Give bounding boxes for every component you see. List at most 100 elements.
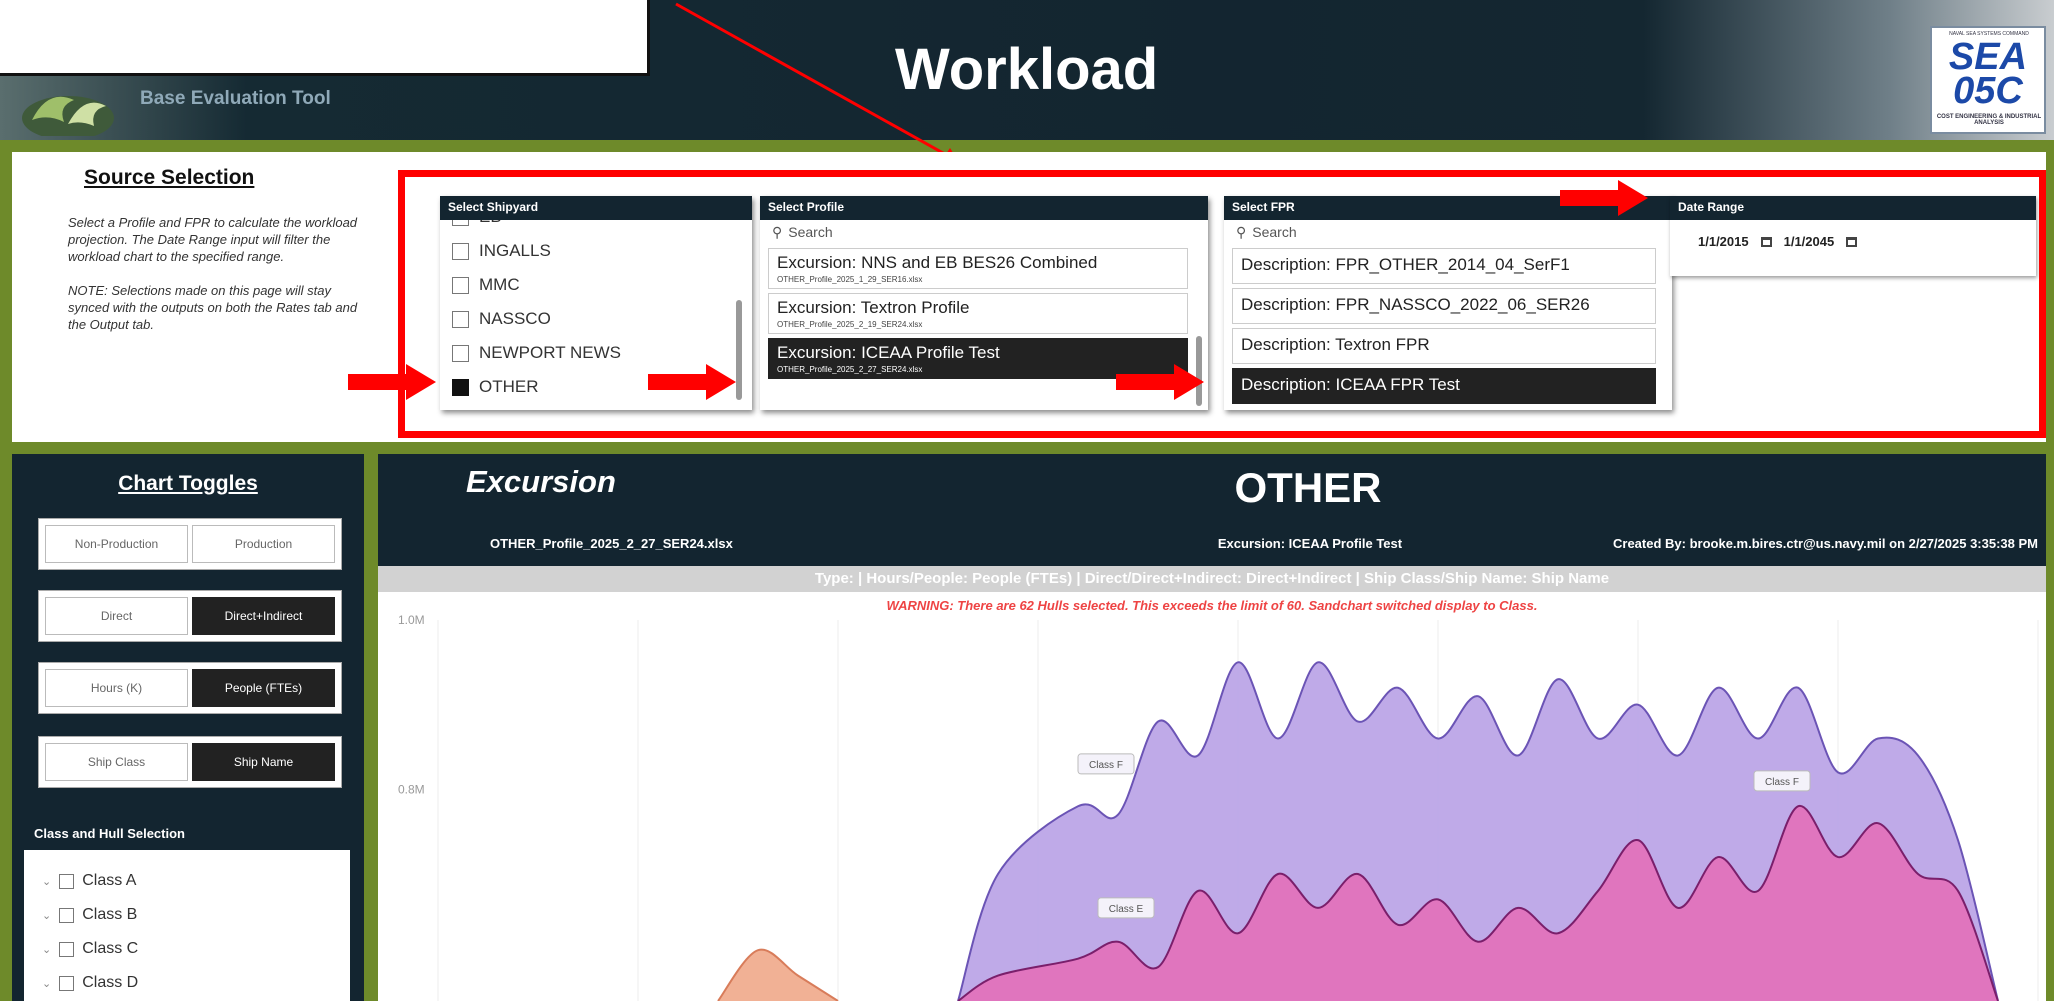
item-label: NEWPORT NEWS: [479, 343, 621, 362]
toggle-option[interactable]: Direct: [45, 597, 188, 635]
hull-selection-list: ⌄ Class A ⌄ Class B ⌄ Class C ⌄ Class D: [24, 850, 350, 1001]
checkbox[interactable]: [59, 873, 75, 889]
item-label: NASSCO: [479, 309, 551, 328]
red-arrow-icon: [648, 364, 736, 400]
direct-toggle: Direct Direct+Indirect: [38, 590, 342, 642]
profile-file: OTHER_Profile_2025_1_29_SER16.xlsx: [777, 275, 923, 284]
date-range-slicer: Date Range 1/1/2015 1/1/2045: [1670, 196, 2036, 276]
source-selection-title: Source Selection: [84, 166, 255, 189]
toggle-option-active[interactable]: Ship Name: [192, 743, 335, 781]
hull-item[interactable]: ⌄ Class C: [24, 932, 350, 966]
sand-chart[interactable]: 1.0M 0.8M Class F Class F Class E: [378, 592, 2046, 1001]
fpr-search[interactable]: ⚲ Search: [1224, 220, 1672, 244]
hull-item[interactable]: ⌄ Class B: [24, 898, 350, 932]
calendar-icon[interactable]: [1760, 236, 1772, 247]
chevron-down-icon[interactable]: ⌄: [42, 909, 51, 922]
profile-search[interactable]: ⚲ Search: [760, 220, 1208, 244]
hull-item[interactable]: ⌄ Class D: [24, 966, 350, 1000]
toggle-option[interactable]: Hours (K): [45, 669, 188, 707]
profile-item[interactable]: Excursion: NNS and EB BES26 Combined OTHE…: [768, 248, 1188, 289]
shipyard-item-eb[interactable]: EB: [440, 220, 752, 234]
profile-file-name: OTHER_Profile_2025_2_27_SER24.xlsx: [490, 536, 733, 551]
item-label: MMC: [479, 275, 520, 294]
start-date-input[interactable]: 1/1/2015: [1698, 234, 1749, 249]
series-label: Class F: [1765, 777, 1799, 788]
date-range-title: Date Range: [1670, 196, 2036, 220]
fpr-item[interactable]: Description: FPR_NASSCO_2022_06_SER26: [1232, 288, 1656, 324]
search-icon: ⚲: [1236, 223, 1247, 240]
series-label: Class E: [1109, 904, 1144, 915]
toggle-option[interactable]: Production: [192, 525, 335, 563]
checkbox[interactable]: [59, 941, 75, 957]
hull-label: Class D: [82, 974, 139, 991]
checkbox[interactable]: [452, 344, 469, 362]
chevron-down-icon[interactable]: ⌄: [42, 977, 51, 990]
item-label: INGALLS: [479, 241, 551, 260]
hull-label: Class B: [82, 906, 138, 923]
search-icon: ⚲: [772, 223, 783, 240]
profile-label: Excursion: Textron Profile: [777, 298, 970, 317]
shipyard-slicer-title: Select Shipyard: [440, 196, 752, 220]
chevron-down-icon[interactable]: ⌄: [42, 875, 51, 888]
shipyard-item-nassco[interactable]: NASSCO: [440, 302, 752, 336]
profile-label: Excursion: NNS and EB BES26 Combined: [777, 253, 1098, 272]
item-label: OTHER: [479, 377, 539, 396]
created-by: Created By: brooke.m.bires.ctr@us.navy.m…: [1613, 536, 2038, 551]
profile-item[interactable]: Excursion: Textron Profile OTHER_Profile_…: [768, 293, 1188, 334]
item-label: EB: [479, 220, 502, 227]
chart-toggles-title: Chart Toggles: [118, 472, 258, 495]
hull-label: Class C: [82, 940, 139, 957]
profile-name: Excursion: ICEAA Profile Test: [1217, 536, 1403, 551]
hull-item[interactable]: ⌄ Class A: [24, 864, 350, 898]
ship-toggle: Ship Class Ship Name: [38, 736, 342, 788]
checkbox[interactable]: [59, 975, 75, 991]
workload-chart-panel: Excursion OTHER OTHER_Profile_2025_2_27_…: [378, 454, 2046, 1001]
red-arrow-icon: [1560, 180, 1648, 216]
toggle-option[interactable]: Non-Production: [45, 525, 188, 563]
source-selection-panel: Source Selection Select a Profile and FP…: [12, 152, 2046, 442]
units-toggle: Hours (K) People (FTEs): [38, 662, 342, 714]
search-placeholder: Search: [788, 224, 833, 240]
shipyard-title: OTHER: [1234, 464, 1382, 511]
fpr-slicer: Select FPR ⚲ Search Description: FPR_OTHE…: [1224, 196, 1672, 410]
shipyard-scrollbar[interactable]: [736, 300, 742, 400]
profile-file: OTHER_Profile_2025_2_19_SER24.xlsx: [777, 320, 923, 329]
checkbox-checked[interactable]: [452, 378, 469, 396]
hull-label: Class A: [82, 872, 137, 889]
toggle-option-active[interactable]: Direct+Indirect: [192, 597, 335, 635]
series-label: Class F: [1089, 760, 1123, 771]
checkbox[interactable]: [452, 220, 469, 226]
red-arrow-icon: [1116, 364, 1204, 400]
shipyard-item-ingalls[interactable]: INGALLS: [440, 234, 752, 268]
hull-selection-title: Class and Hull Selection: [24, 818, 350, 850]
checkbox[interactable]: [452, 242, 469, 260]
calendar-icon[interactable]: [1846, 236, 1858, 247]
date-range-inputs: 1/1/2015 1/1/2045: [1698, 234, 1858, 249]
profile-label: Excursion: ICEAA Profile Test: [777, 343, 1000, 362]
chevron-down-icon[interactable]: ⌄: [42, 943, 51, 956]
description-text: Select a Profile and FPR to calculate th…: [68, 215, 358, 264]
end-date-input[interactable]: 1/1/2045: [1784, 234, 1835, 249]
shipyard-item-mmc[interactable]: MMC: [440, 268, 752, 302]
toggle-option-active[interactable]: People (FTEs): [192, 669, 335, 707]
checkbox[interactable]: [452, 310, 469, 328]
toggle-option[interactable]: Ship Class: [45, 743, 188, 781]
search-placeholder: Search: [1252, 224, 1297, 240]
y-tick-label: 1.0M: [398, 613, 425, 627]
note-text: NOTE: Selections made on this page will …: [68, 283, 358, 332]
hull-limit-warning: WARNING: There are 62 Hulls selected. Th…: [886, 598, 1538, 613]
chart-toggles-panel: Chart Toggles Non-Production Production …: [12, 454, 364, 1001]
y-tick-label: 0.8M: [398, 782, 425, 796]
checkbox[interactable]: [59, 907, 75, 923]
fpr-item-selected[interactable]: Description: ICEAA FPR Test: [1232, 368, 1656, 404]
fpr-item[interactable]: Description: Textron FPR: [1232, 328, 1656, 364]
production-toggle: Non-Production Production: [38, 518, 342, 570]
fpr-item[interactable]: Description: FPR_OTHER_2014_04_SerF1: [1232, 248, 1656, 284]
filter-summary: Type: | Hours/People: People (FTEs) | Di…: [378, 566, 2046, 592]
red-arrow-icon: [348, 364, 436, 400]
checkbox[interactable]: [452, 276, 469, 294]
excursion-label: Excursion: [466, 464, 616, 499]
source-selection-description: Select a Profile and FPR to calculate th…: [68, 214, 358, 333]
chart-header: Excursion OTHER OTHER_Profile_2025_2_27_…: [378, 454, 2046, 566]
profile-slicer-title: Select Profile: [760, 196, 1208, 220]
